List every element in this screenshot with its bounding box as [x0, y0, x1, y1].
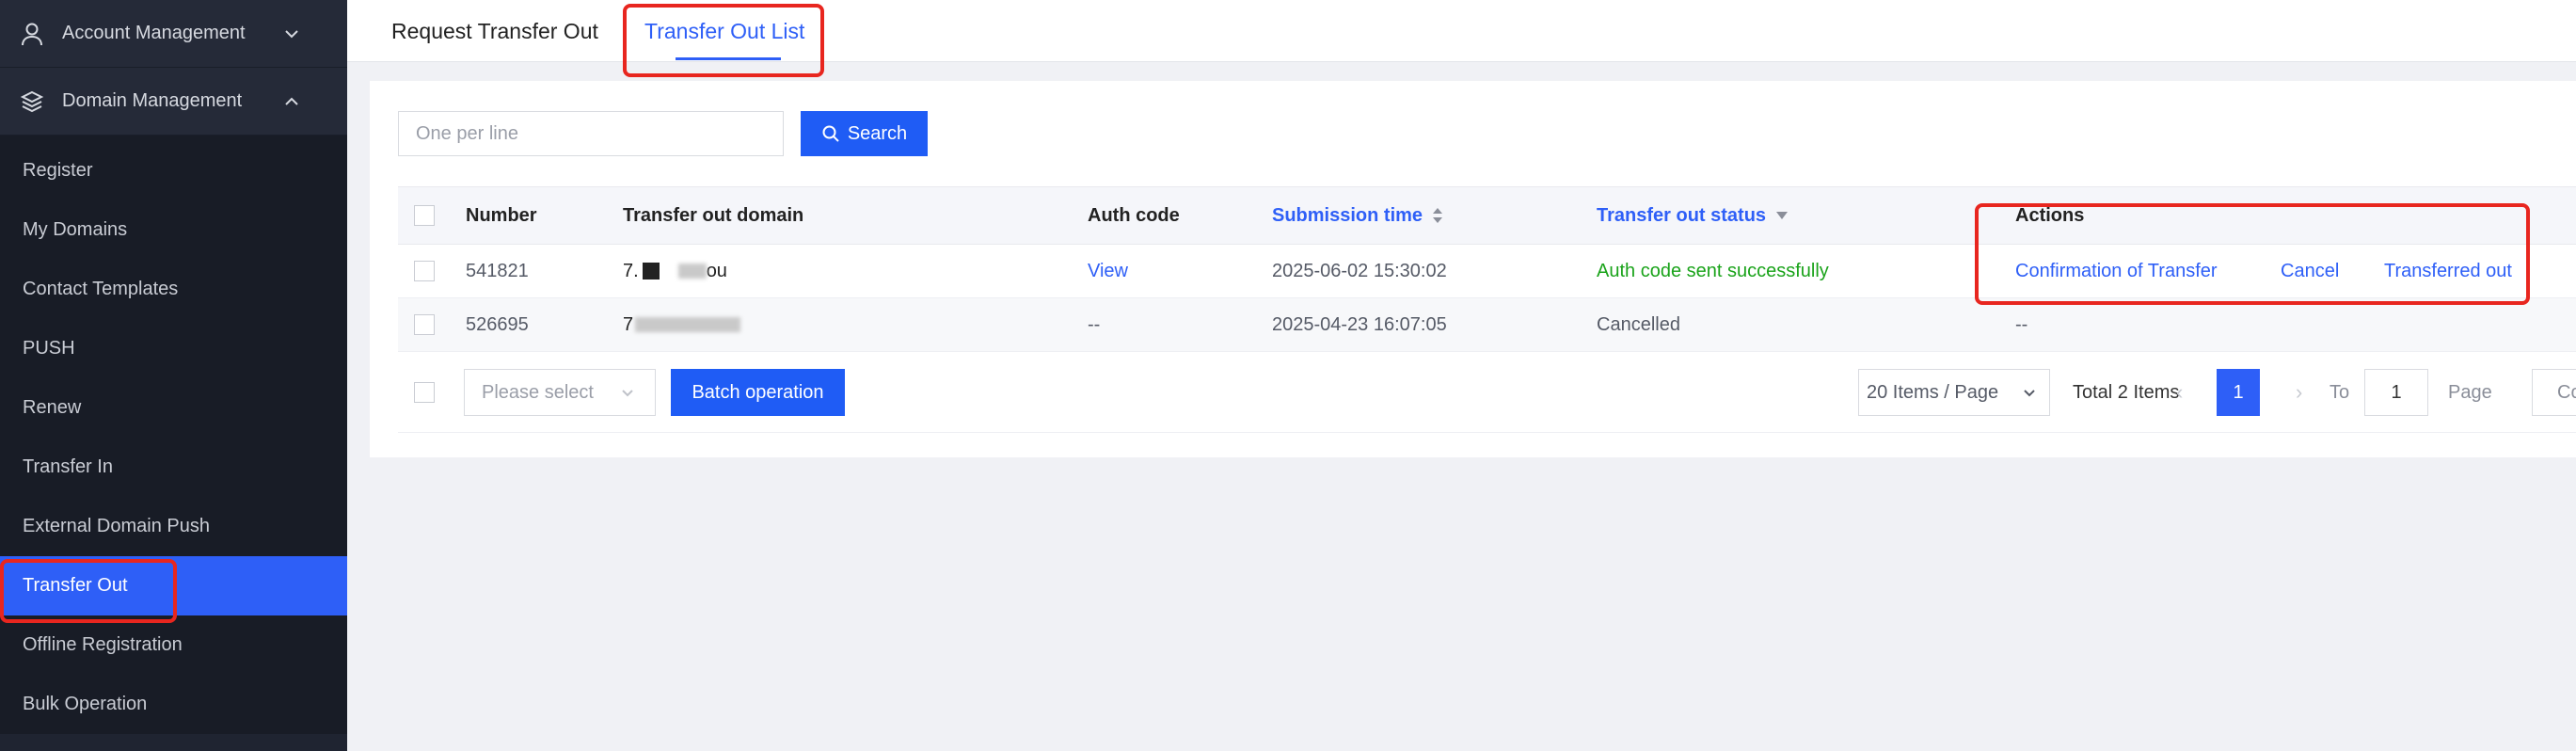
tab-bar: Request Transfer Out Transfer Out List: [347, 0, 2576, 62]
redacted-block: [642, 263, 660, 280]
search-icon: [822, 125, 839, 142]
row-submission-time: 2025-06-02 15:30:02: [1272, 260, 1447, 281]
row-domain-prefix: 7.: [623, 260, 639, 281]
page-size-label: 20 Items / Page: [1867, 381, 1999, 403]
chevron-down-icon: [622, 390, 633, 397]
column-transfer-out-status-label: Transfer out status: [1597, 204, 1767, 226]
cancel-link[interactable]: Cancel: [2281, 245, 2339, 297]
prev-page-icon[interactable]: ‹: [2176, 369, 2183, 416]
sidebar-item-label: Offline Registration: [23, 634, 183, 655]
search-input[interactable]: One per line: [398, 111, 784, 156]
sidebar-item-register[interactable]: Register: [0, 141, 347, 200]
chevron-down-icon: [2024, 390, 2035, 397]
select-all-checkbox[interactable]: [414, 205, 435, 226]
row-domain: 7. ou: [623, 245, 727, 297]
batch-operation-button[interactable]: Batch operation: [671, 369, 845, 416]
table-row: 541821 7. ou View 2025-06-02 15:30:02 Au…: [398, 245, 2576, 298]
transferred-out-link[interactable]: Transferred out: [2384, 245, 2512, 297]
row-submission-time: 2025-04-23 16:07:05: [1272, 313, 1447, 335]
sidebar-item-my-domains[interactable]: My Domains: [0, 200, 347, 260]
row-actions-empty: --: [2015, 313, 2028, 335]
page-size-select[interactable]: 20 Items / Page: [1858, 369, 2050, 416]
row-number: 541821: [466, 260, 529, 281]
table-row: 526695 7 -- 2025-04-23 16:07:05 Cancelle…: [398, 298, 2576, 352]
sidebar-group-account-management[interactable]: Account Management: [0, 0, 347, 68]
table-header: Number Transfer out domain Auth code Sub…: [398, 186, 2576, 245]
transfer-out-table: Number Transfer out domain Auth code Sub…: [398, 186, 2576, 433]
sidebar-item-push[interactable]: PUSH: [0, 319, 347, 378]
next-page-icon[interactable]: ›: [2296, 369, 2302, 416]
redacted-block: [677, 264, 707, 279]
row-checkbox[interactable]: [414, 261, 435, 281]
sidebar-item-renew[interactable]: Renew: [0, 378, 347, 438]
row-domain-suffix: ou: [706, 260, 727, 281]
sidebar-group-label: Domain Management: [62, 90, 243, 111]
search-button-label: Search: [847, 122, 908, 144]
transfer-out-list-panel: One per line Search Number Transfer out …: [370, 81, 2576, 457]
sidebar-item-label: Bulk Operation: [23, 694, 148, 714]
sidebar-items: Register My Domains Contact Templates PU…: [0, 136, 347, 734]
column-actions: Actions: [2015, 204, 2085, 226]
jump-to-label: To: [2330, 381, 2350, 403]
sidebar-item-label: PUSH: [23, 338, 75, 359]
page-jump-input[interactable]: 1: [2364, 369, 2428, 416]
active-tab-indicator: [676, 57, 781, 60]
column-number: Number: [466, 204, 537, 226]
column-submission-time[interactable]: Submission time: [1272, 187, 1443, 244]
column-auth-code: Auth code: [1088, 204, 1180, 226]
sidebar-group-domain-management[interactable]: Domain Management: [0, 68, 347, 136]
column-submission-time-label: Submission time: [1272, 204, 1423, 226]
sidebar-item-label: Contact Templates: [23, 279, 179, 299]
sidebar-item-external-domain-push[interactable]: External Domain Push: [0, 497, 347, 556]
search-button[interactable]: Search: [801, 111, 928, 156]
user-icon: [19, 21, 45, 47]
sidebar-item-label: Transfer Out: [23, 575, 128, 596]
redacted-block: [635, 317, 741, 332]
sidebar-group-label: Account Management: [62, 23, 246, 43]
row-status: Cancelled: [1597, 313, 1680, 335]
sidebar-item-label: Renew: [23, 397, 82, 418]
chevron-down-icon[interactable]: [282, 24, 301, 43]
sidebar-item-contact-templates[interactable]: Contact Templates: [0, 260, 347, 319]
sidebar-item-offline-registration[interactable]: Offline Registration: [0, 615, 347, 675]
confirmation-of-transfer-link[interactable]: Confirmation of Transfer: [2015, 245, 2218, 297]
layers-icon: [19, 88, 45, 115]
sidebar-item-label: External Domain Push: [23, 516, 210, 536]
filter-caret-icon[interactable]: [1775, 211, 1789, 220]
sidebar-item-label: Transfer In: [23, 456, 113, 477]
tab-request-transfer-out[interactable]: Request Transfer Out: [391, 19, 598, 44]
search-placeholder: One per line: [416, 122, 518, 144]
sidebar-item-bulk-operation[interactable]: Bulk Operation: [0, 675, 347, 734]
batch-select-placeholder: Please select: [482, 381, 594, 403]
sidebar-item-label: Register: [23, 160, 93, 181]
row-domain-prefix: 7: [623, 313, 634, 335]
sidebar-item-label: My Domains: [23, 219, 128, 240]
page-label: Page: [2448, 381, 2492, 403]
column-transfer-out-status[interactable]: Transfer out status: [1597, 187, 1789, 244]
row-status: Auth code sent successfully: [1597, 260, 1829, 281]
sidebar: Account Management Domain Management Reg…: [0, 0, 347, 751]
sidebar-item-transfer-out[interactable]: Transfer Out: [0, 556, 347, 615]
table-footer: Please select Batch operation 20 Items /…: [398, 352, 2576, 433]
page-jump-confirm-button[interactable]: Confi: [2532, 369, 2576, 416]
page-button-1[interactable]: 1: [2217, 369, 2260, 416]
row-domain: 7: [623, 298, 741, 351]
batch-action-select[interactable]: Please select: [464, 369, 656, 416]
tab-transfer-out-list[interactable]: Transfer Out List: [644, 19, 804, 44]
footer-checkbox[interactable]: [414, 381, 435, 403]
sidebar-item-transfer-in[interactable]: Transfer In: [0, 438, 347, 497]
row-auth-code: --: [1088, 313, 1101, 335]
chevron-up-icon[interactable]: [282, 92, 301, 111]
total-items: Total 2 Items: [2073, 381, 2180, 403]
row-number: 526695: [466, 313, 529, 335]
row-checkbox[interactable]: [414, 314, 435, 335]
column-transfer-out-domain: Transfer out domain: [623, 204, 804, 226]
sort-icon[interactable]: [1432, 207, 1443, 224]
view-auth-code-link[interactable]: View: [1088, 245, 1128, 297]
